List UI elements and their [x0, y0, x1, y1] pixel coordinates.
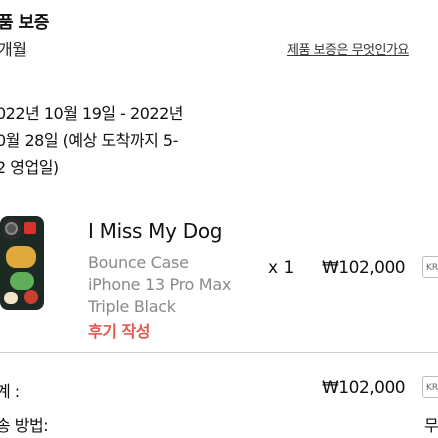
case-art-shape	[24, 290, 38, 304]
product-model: iPhone 13 Pro Max	[88, 275, 231, 294]
total-label: 계 :	[0, 382, 20, 401]
product-quantity: x 1	[268, 258, 295, 278]
delivery-estimate: 022년 10월 19일 - 2022년 0월 28일 (예상 도착까지 5- …	[0, 100, 183, 181]
product-thumbnail[interactable]	[0, 216, 44, 310]
write-review-link[interactable]: 후기 작성	[88, 318, 150, 342]
product-name[interactable]: I Miss My Dog	[88, 219, 222, 243]
total-value: ₩102,000	[322, 378, 406, 398]
delivery-line: 022년 10월 19일 - 2022년	[0, 104, 183, 123]
shipping-method-value: 무	[424, 416, 438, 435]
currency-badge: KRW	[422, 256, 438, 278]
delivery-line: 2 영업일)	[0, 158, 59, 177]
product-color: Triple Black	[88, 297, 176, 316]
product-type: Bounce Case	[88, 253, 189, 272]
product-price: ₩102,000	[322, 258, 406, 278]
case-art-shape	[10, 272, 34, 290]
warranty-duration: 개월	[0, 40, 27, 59]
delivery-line: 0월 28일 (예상 도착까지 5-	[0, 131, 178, 150]
camera-module-graphic	[3, 219, 21, 239]
currency-badge: KRW	[422, 376, 438, 398]
shipping-method-label: 송 방법:	[0, 416, 49, 435]
section-title: 품 보증	[0, 13, 49, 33]
case-art-shape	[6, 246, 36, 268]
case-art-shape	[24, 222, 36, 234]
divider	[0, 352, 438, 353]
warranty-info-link[interactable]: 제품 보증은 무엇인가요	[287, 39, 409, 58]
case-art-shape	[4, 292, 18, 304]
